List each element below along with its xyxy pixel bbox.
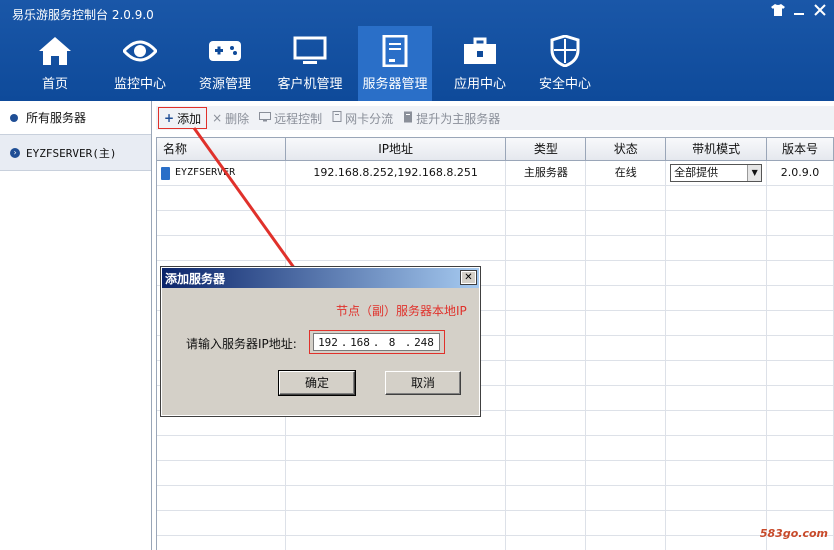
- annotation-text: 节点（副）服务器本地IP: [336, 304, 467, 318]
- delete-button[interactable]: × 删除: [207, 107, 254, 129]
- table-row-empty: [157, 461, 834, 486]
- nav-label: 服务器管理: [362, 77, 428, 92]
- nav-home[interactable]: 首页: [18, 26, 92, 101]
- cell-name: EYZFSERVER: [157, 161, 286, 185]
- shirt-icon[interactable]: [769, 4, 786, 21]
- nav-resource-management[interactable]: 资源管理: [188, 26, 262, 101]
- table-row-empty: [157, 436, 834, 461]
- nav-label: 应用中心: [453, 77, 506, 92]
- nav-server-management[interactable]: 服务器管理: [358, 26, 432, 101]
- sidebar-item-label: EYZFSERVER(主): [26, 146, 117, 160]
- nav-label: 首页: [41, 77, 68, 92]
- column-header-type[interactable]: 类型: [506, 138, 587, 160]
- sidebar-item-all-servers[interactable]: 所有服务器: [0, 101, 151, 135]
- ip-octet-3[interactable]: 8: [381, 336, 403, 349]
- nav-app-center[interactable]: 应用中心: [443, 26, 517, 101]
- ip-label: 请输入服务器IP地址:: [186, 337, 297, 351]
- nav-security-center[interactable]: 安全中心: [528, 26, 602, 101]
- app-window: 易乐游服务控制台 2.0.9.0 首页 监控中心 资源管理 客户机管理 服务器管…: [0, 0, 834, 550]
- cell-status: 在线: [586, 161, 667, 185]
- column-header-ip[interactable]: IP地址: [286, 138, 507, 160]
- shield-icon: [548, 34, 582, 68]
- watermark: 583go.com: [759, 527, 828, 540]
- server-icon: [378, 34, 412, 68]
- table-row-empty: [157, 211, 834, 236]
- nav-label: 监控中心: [113, 77, 166, 92]
- ip-dot: .: [372, 335, 380, 349]
- cell-mode: 全部提供 ▼: [666, 161, 768, 185]
- remote-label: 远程控制: [274, 111, 323, 126]
- ip-octet-1[interactable]: 192: [317, 336, 339, 349]
- column-header-version[interactable]: 版本号: [767, 138, 834, 160]
- ok-button[interactable]: 确定: [278, 370, 356, 396]
- cancel-button[interactable]: 取消: [385, 371, 461, 395]
- nav-monitor-center[interactable]: 监控中心: [103, 26, 177, 101]
- cell-ip: 192.168.8.252,192.168.8.251: [286, 161, 507, 185]
- column-header-status[interactable]: 状态: [586, 138, 667, 160]
- nav-client-management[interactable]: 客户机管理: [273, 26, 347, 101]
- table-row-empty: [157, 511, 834, 536]
- table-row[interactable]: EYZFSERVER 192.168.8.252,192.168.8.251 主…: [157, 161, 834, 186]
- sidebar-item-label: 所有服务器: [26, 111, 87, 125]
- delete-label: 删除: [225, 111, 250, 126]
- table-row-empty: [157, 236, 834, 261]
- title-bar: 易乐游服务控制台 2.0.9.0: [0, 0, 834, 26]
- monitor-icon: [293, 34, 327, 68]
- ip-address-input[interactable]: 192 . 168 . 8 . 248: [313, 333, 440, 351]
- app-title: 易乐游服务控制台 2.0.9.0: [12, 8, 154, 22]
- nav-label: 安全中心: [538, 77, 591, 92]
- x-icon: ×: [212, 111, 223, 125]
- server-row-icon: [161, 166, 170, 180]
- nav-label: 客户机管理: [277, 77, 343, 92]
- table-row-empty: [157, 536, 834, 550]
- add-server-dialog: 添加服务器 ✕ 请输入服务器IP地址: 192 . 168 . 8 . 248 …: [160, 266, 481, 417]
- gamepad-icon: [208, 34, 242, 68]
- mode-select-value: 全部提供: [674, 166, 719, 179]
- dialog-title: 添加服务器: [165, 271, 226, 286]
- ip-octet-4[interactable]: 248: [413, 336, 435, 349]
- nic-split-button[interactable]: 网卡分流: [327, 107, 398, 129]
- ip-dot: .: [404, 335, 412, 349]
- cell-type: 主服务器: [506, 161, 587, 185]
- add-label: 添加: [177, 111, 202, 126]
- remote-control-button[interactable]: 远程控制: [254, 107, 327, 129]
- plus-icon: +: [164, 111, 175, 125]
- eye-icon: [123, 34, 157, 68]
- nic-label: 网卡分流: [345, 111, 394, 126]
- promote-label: 提升为主服务器: [416, 111, 501, 126]
- close-icon[interactable]: [811, 4, 828, 21]
- sidebar-item-server[interactable]: › EYZFSERVER(主): [0, 135, 151, 171]
- home-icon: [38, 34, 72, 68]
- sidebar: 所有服务器 › EYZFSERVER(主): [0, 101, 152, 550]
- chevron-right-icon: ›: [10, 147, 20, 158]
- column-header-mode[interactable]: 带机模式: [666, 138, 768, 160]
- ip-octet-2[interactable]: 168: [349, 336, 371, 349]
- chevron-down-icon: ▼: [747, 165, 762, 181]
- table-row-empty: [157, 486, 834, 511]
- dialog-title-bar: 添加服务器 ✕: [162, 268, 479, 288]
- server-name: EYZFSERVER: [175, 167, 236, 178]
- mode-select[interactable]: 全部提供 ▼: [670, 164, 763, 182]
- column-header-name[interactable]: 名称: [157, 138, 286, 160]
- cell-version: 2.0.9.0: [767, 161, 834, 185]
- dialog-close-icon[interactable]: ✕: [460, 270, 477, 285]
- nav-label: 资源管理: [198, 77, 251, 92]
- ip-highlight: 192 . 168 . 8 . 248: [309, 330, 445, 354]
- promote-server-button[interactable]: 提升为主服务器: [398, 107, 505, 129]
- bullet-icon: [10, 113, 18, 122]
- header: 易乐游服务控制台 2.0.9.0 首页 监控中心 资源管理 客户机管理 服务器管…: [0, 0, 834, 101]
- table-header: 名称 IP地址 类型 状态 带机模式 版本号: [157, 137, 834, 161]
- toolbox-icon: [463, 34, 497, 68]
- table-row-empty: [157, 186, 834, 211]
- nic-icon: [332, 111, 342, 125]
- remote-icon: [259, 111, 272, 125]
- ip-dot: .: [340, 335, 348, 349]
- minimize-icon[interactable]: [790, 4, 807, 21]
- add-button[interactable]: + 添加: [158, 107, 208, 129]
- window-controls: [769, 4, 828, 21]
- server-small-icon: [403, 111, 413, 126]
- main-nav: 首页 监控中心 资源管理 客户机管理 服务器管理 应用中心 安全中心: [18, 26, 613, 101]
- toolbar: + 添加 × 删除 远程控制 网卡分流 提升为主服务器: [156, 106, 834, 130]
